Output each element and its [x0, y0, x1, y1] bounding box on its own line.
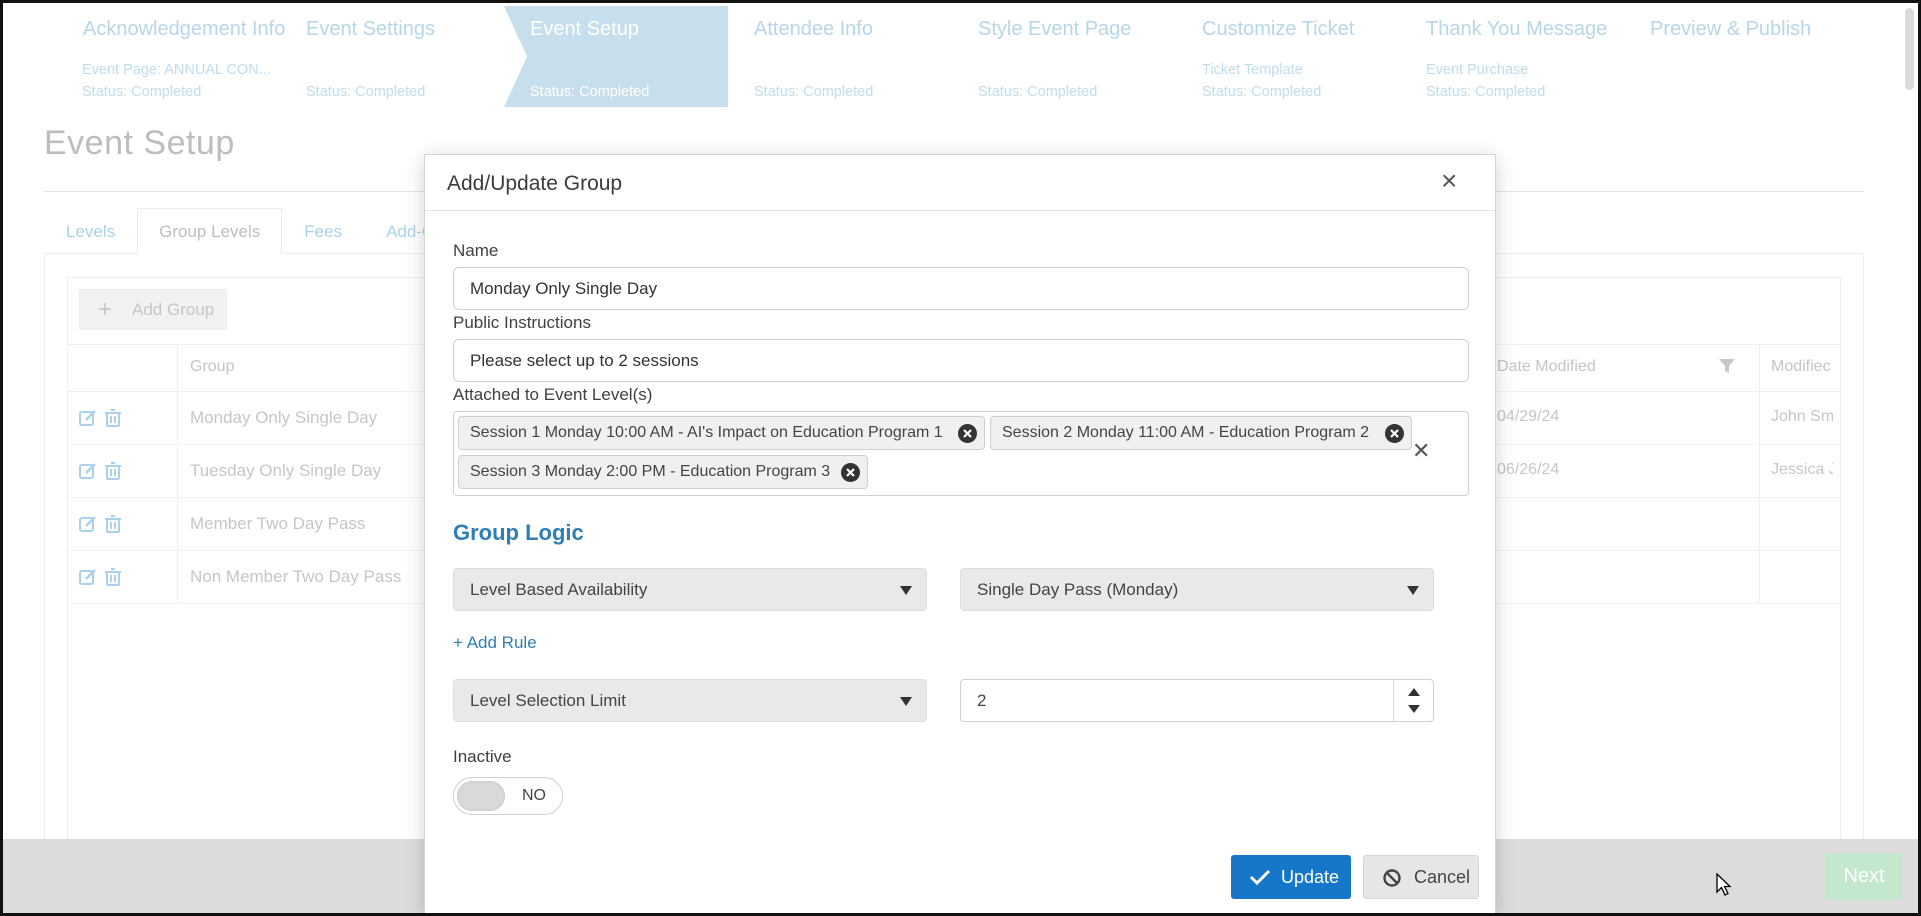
name-input[interactable]: Monday Only Single Day — [453, 267, 1469, 310]
arrow-up-icon[interactable] — [1408, 688, 1420, 696]
update-button-label: Update — [1281, 867, 1340, 887]
caret-down-icon — [900, 697, 912, 706]
check-icon — [1249, 869, 1271, 886]
rule-value-select[interactable]: Single Day Pass (Monday) — [960, 568, 1434, 611]
spinner-buttons[interactable] — [1393, 680, 1433, 721]
level-chip: Session 3 Monday 2:00 PM - Education Pro… — [458, 455, 868, 489]
ban-icon — [1383, 869, 1401, 887]
add-rule-link[interactable]: + Add Rule — [453, 633, 537, 653]
limit-type-value: Level Selection Limit — [470, 691, 626, 710]
inactive-label: Inactive — [453, 747, 512, 766]
limit-type-select[interactable]: Level Selection Limit — [453, 679, 927, 722]
cancel-button-label: Cancel — [1414, 867, 1471, 887]
rule-type-value: Level Based Availability — [470, 580, 648, 599]
level-chip-label: Session 1 Monday 10:00 AM - AI's Impact … — [470, 424, 943, 441]
caret-down-icon — [1407, 586, 1419, 595]
name-label: Name — [453, 241, 499, 260]
level-chip: Session 2 Monday 11:00 AM - Education Pr… — [990, 416, 1412, 450]
mouse-cursor-icon — [1716, 873, 1732, 896]
close-icon[interactable]: × — [1441, 167, 1457, 195]
dialog-title: Add/Update Group — [447, 172, 623, 195]
group-logic-heading: Group Logic — [453, 520, 584, 545]
clear-all-icon[interactable]: ✕ — [1412, 438, 1430, 464]
divider — [425, 210, 1495, 211]
inactive-toggle[interactable]: NO — [453, 777, 563, 815]
remove-circle-icon[interactable] — [841, 463, 860, 482]
toggle-knob — [457, 781, 505, 811]
level-chip-label: Session 2 Monday 11:00 AM - Education Pr… — [1002, 424, 1370, 441]
update-button[interactable]: Update — [1231, 855, 1351, 899]
cancel-button[interactable]: Cancel — [1363, 855, 1479, 899]
remove-circle-icon[interactable] — [1385, 424, 1404, 443]
level-chip-label: Session 3 Monday 2:00 PM - Education Pro… — [470, 463, 831, 480]
remove-circle-icon[interactable] — [958, 424, 977, 443]
level-chip: Session 1 Monday 10:00 AM - AI's Impact … — [458, 416, 985, 450]
limit-number-value: 2 — [977, 691, 987, 710]
toggle-state-label: NO — [522, 787, 546, 804]
attached-levels-label: Attached to Event Level(s) — [453, 385, 653, 404]
limit-number-input[interactable]: 2 — [960, 679, 1434, 722]
caret-down-icon — [900, 586, 912, 595]
rule-type-select[interactable]: Level Based Availability — [453, 568, 927, 611]
add-update-group-dialog: Add/Update Group × Name Monday Only Sing… — [424, 154, 1496, 914]
arrow-down-icon[interactable] — [1408, 705, 1420, 713]
public-instructions-label: Public Instructions — [453, 313, 591, 332]
rule-value-value: Single Day Pass (Monday) — [977, 580, 1179, 599]
public-instructions-input[interactable]: Please select up to 2 sessions — [453, 339, 1469, 382]
